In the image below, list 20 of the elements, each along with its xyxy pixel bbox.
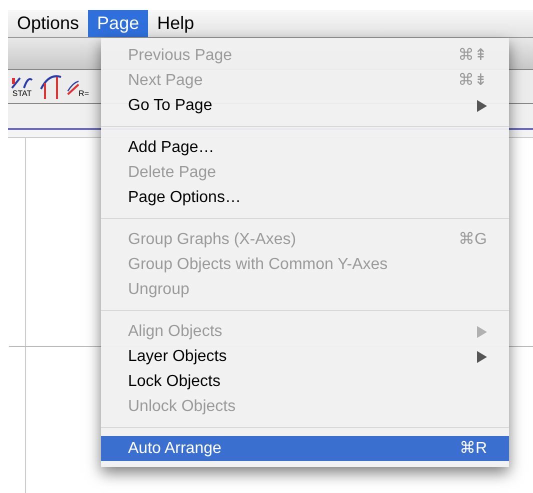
submenu-arrow-icon xyxy=(477,350,487,362)
menu-item[interactable]: Auto Arrange ⌘R xyxy=(101,436,509,461)
menu-item[interactable]: Page Options… xyxy=(101,185,509,210)
menu-item[interactable]: Lock Objects xyxy=(101,369,509,394)
shortcut-label: ⌘⇞ xyxy=(458,46,487,66)
submenu-arrow-icon xyxy=(477,100,487,112)
menu-item[interactable]: Go To Page xyxy=(101,93,509,118)
shortcut-label: ⌘G xyxy=(458,230,487,250)
tangent-icon[interactable] xyxy=(39,72,63,100)
menu-bar-item[interactable]: Page xyxy=(88,10,148,37)
fraction-icon xyxy=(10,76,34,90)
shortcut-label: ⌘⇟ xyxy=(458,70,487,90)
stat-label[interactable]: STAT xyxy=(12,90,32,98)
shortcut-label: ⌘R xyxy=(459,438,487,458)
menu-bar-item[interactable]: Help xyxy=(148,10,204,37)
menu-item[interactable]: Layer Objects xyxy=(101,344,509,369)
regression-label[interactable]: R= xyxy=(78,90,89,98)
menu-bar-item[interactable]: Options xyxy=(8,10,88,37)
submenu-arrow-icon xyxy=(477,326,487,338)
menu-item[interactable]: Add Page… xyxy=(101,135,509,160)
